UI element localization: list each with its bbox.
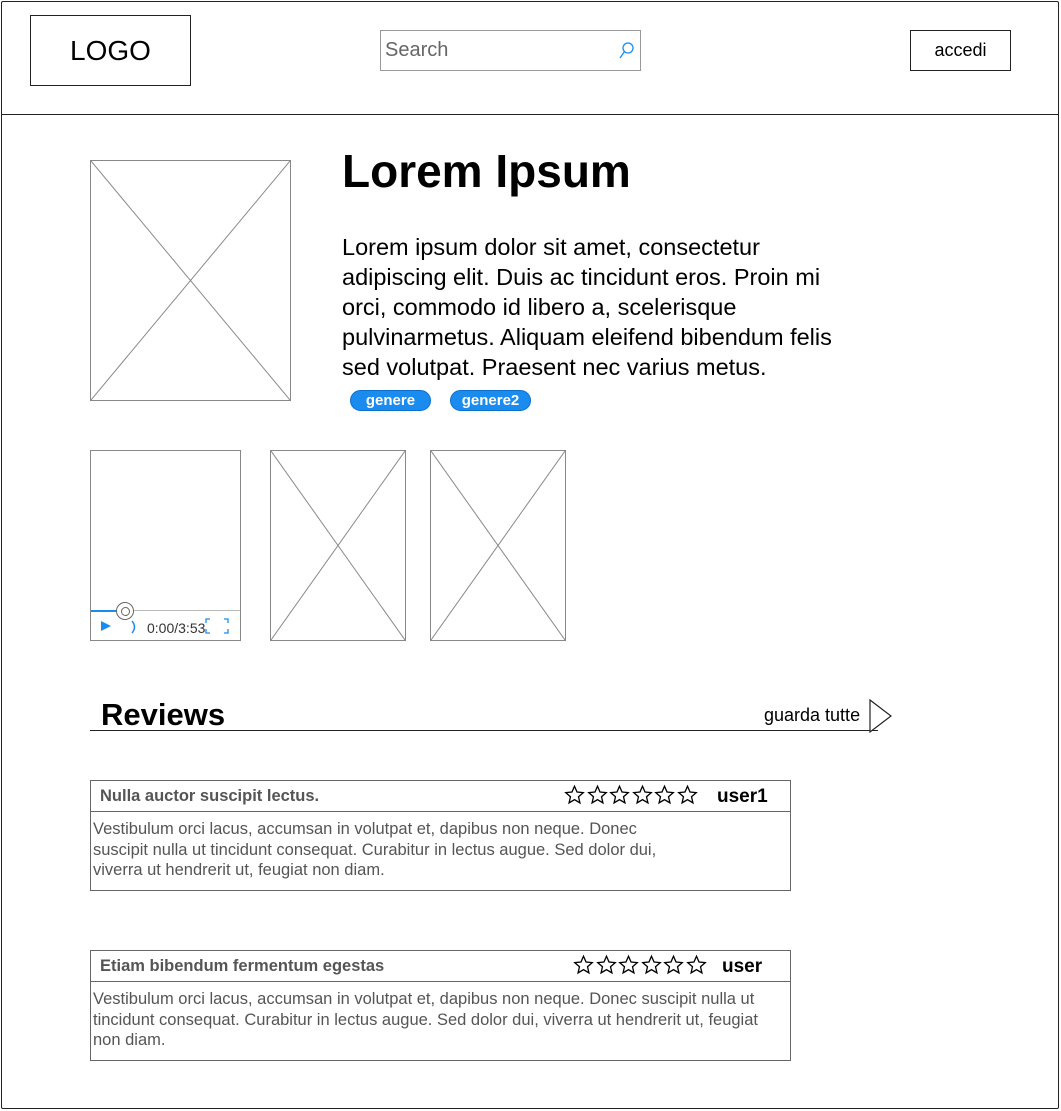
volume-icon[interactable] bbox=[129, 619, 139, 635]
review-body: Vestibulum orci lacus, accumsan in volut… bbox=[93, 990, 758, 1049]
review-user[interactable]: user1 bbox=[717, 786, 768, 808]
review-header: Nulla auctor suscipit lectus. user1 bbox=[91, 781, 790, 812]
gallery-image-placeholder[interactable] bbox=[270, 450, 406, 641]
search-icon[interactable] bbox=[618, 41, 636, 63]
star-icon[interactable] bbox=[685, 954, 707, 976]
star-icon[interactable] bbox=[654, 784, 675, 806]
video-time: 0:00/3:53 bbox=[147, 620, 206, 636]
play-icon[interactable] bbox=[99, 619, 113, 633]
search-input[interactable] bbox=[381, 32, 611, 69]
star-icon[interactable] bbox=[640, 954, 662, 976]
review-user[interactable]: user bbox=[722, 956, 762, 978]
star-icon[interactable] bbox=[595, 954, 617, 976]
header-divider bbox=[1, 114, 1059, 115]
star-icon[interactable] bbox=[586, 784, 608, 806]
star-icon[interactable] bbox=[618, 954, 639, 976]
review-body: Vestibulum orci lacus, accumsan in volut… bbox=[93, 820, 657, 879]
star-icon[interactable] bbox=[609, 784, 630, 806]
login-button[interactable]: accedi bbox=[910, 30, 1011, 71]
reviews-divider bbox=[90, 730, 878, 731]
star-icon[interactable] bbox=[676, 784, 698, 806]
review-header: Etiam bibendum fermentum egestas user bbox=[91, 951, 790, 982]
genre-tag-2[interactable]: genere2 bbox=[450, 390, 531, 411]
review-title: Nulla auctor suscipit lectus. bbox=[100, 787, 320, 805]
star-icon[interactable] bbox=[663, 954, 684, 976]
arrow-right-icon[interactable] bbox=[868, 699, 894, 733]
logo[interactable]: LOGO bbox=[30, 15, 191, 86]
description: Lorem ipsum dolor sit amet, consectetur … bbox=[342, 234, 832, 380]
video-seek-handle[interactable] bbox=[116, 602, 134, 620]
search-box[interactable] bbox=[380, 30, 641, 71]
star-rating[interactable] bbox=[564, 784, 698, 806]
star-icon[interactable] bbox=[573, 954, 594, 976]
gallery-image-placeholder[interactable] bbox=[430, 450, 566, 641]
fullscreen-icon[interactable] bbox=[205, 618, 229, 634]
video-player[interactable]: 0:00/3:53 bbox=[90, 450, 241, 641]
genre-tag-1[interactable]: genere bbox=[350, 390, 431, 411]
page-title: Lorem Ipsum bbox=[342, 145, 631, 197]
review-title: Etiam bibendum fermentum egestas bbox=[100, 957, 385, 975]
review-card: Etiam bibendum fermentum egestas user Ve… bbox=[90, 950, 791, 1061]
see-all-link[interactable]: guarda tutte bbox=[764, 705, 860, 726]
review-card: Nulla auctor suscipit lectus. user1 Vest… bbox=[90, 780, 791, 891]
reviews-heading: Reviews bbox=[101, 697, 226, 732]
star-icon[interactable] bbox=[631, 784, 653, 806]
star-rating[interactable] bbox=[573, 954, 707, 976]
poster-image-placeholder bbox=[90, 160, 291, 401]
star-icon[interactable] bbox=[564, 784, 585, 806]
